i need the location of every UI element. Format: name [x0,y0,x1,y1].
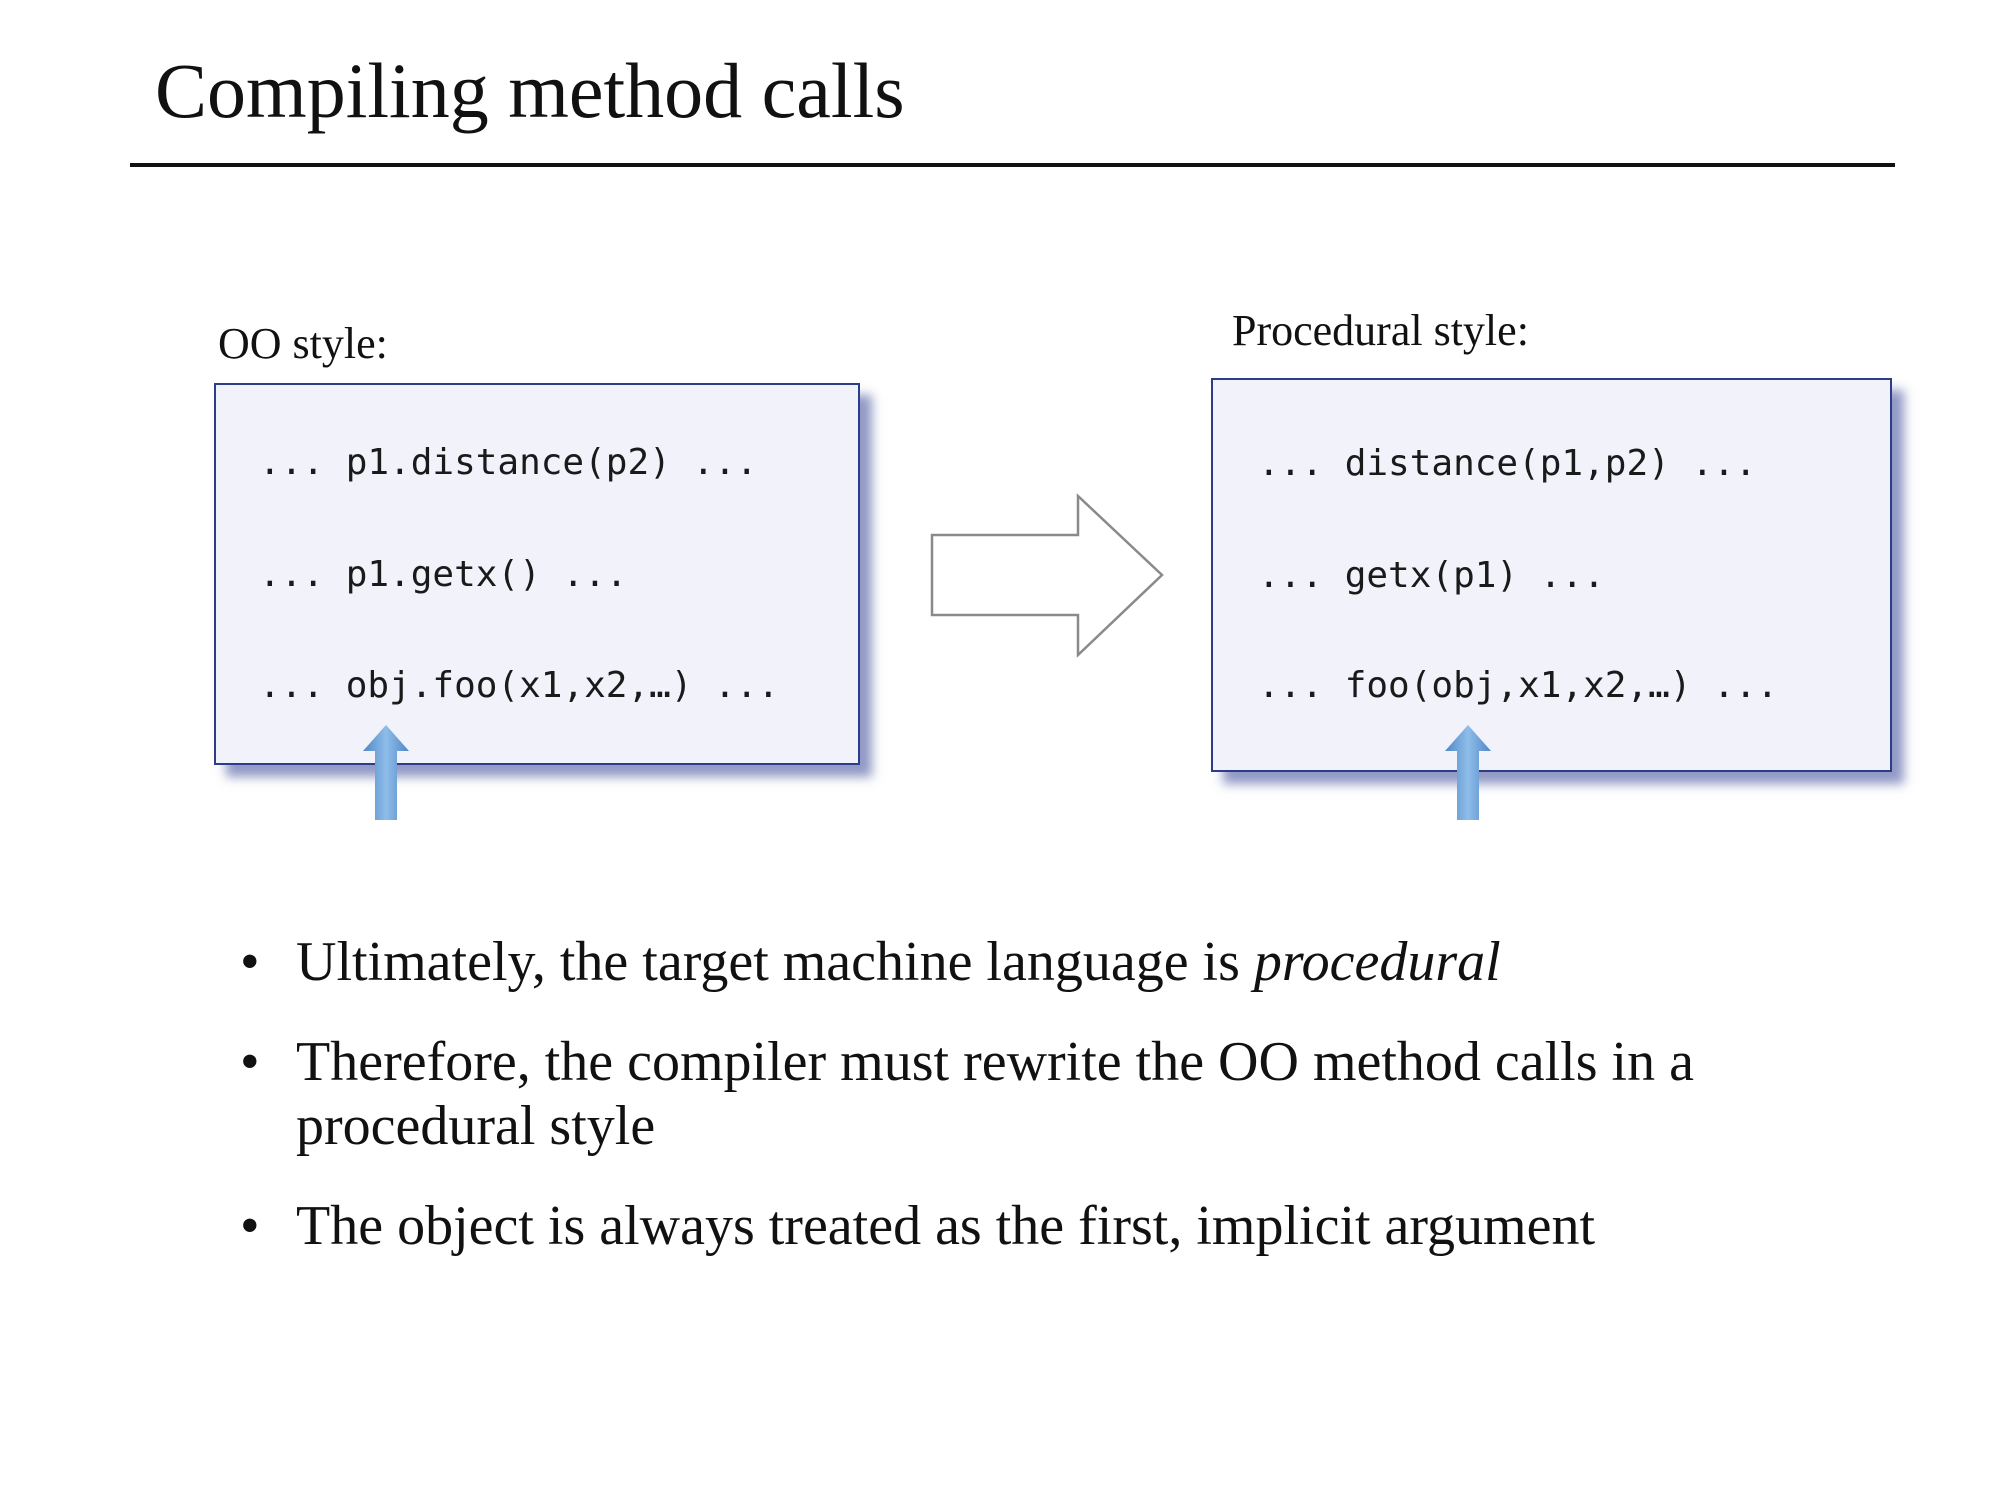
procedural-code-line: ... foo(obj,x1,x2,…) ... [1258,665,1779,706]
bullet-text-emphasis: procedural [1253,931,1501,993]
bullet-dot: • [240,931,260,993]
bullet-text: The object is always treated as the firs… [296,1195,1596,1257]
bullet-item: • Therefore, the compiler must rewrite t… [240,1030,1880,1158]
title-underline [130,163,1895,167]
bullet-text-plain: Ultimately, the target machine language … [296,931,1254,993]
oo-code-line: ... obj.foo(x1,x2,…) ... [259,665,780,706]
right-arrow-outline-icon [930,493,1164,658]
procedural-code-box: ... distance(p1,p2) ... ... getx(p1) ...… [1211,378,1892,772]
bullet-dot: • [240,1195,260,1257]
bullet-dot: • [240,1031,260,1093]
bullet-item: • The object is always treated as the fi… [240,1194,1880,1258]
bullet-item: • Ultimately, the target machine languag… [240,930,1880,994]
oo-code-box: ... p1.distance(p2) ... ... p1.getx() ..… [214,383,860,765]
oo-style-label: OO style: [218,319,388,368]
procedural-code-line: ... distance(p1,p2) ... [1258,443,1757,484]
bullet-text: Therefore, the compiler must rewrite the… [296,1031,1694,1157]
bullet-text: Ultimately, the target machine language … [296,931,1501,993]
procedural-code-line: ... getx(p1) ... [1258,555,1605,596]
up-arrow-icon [363,725,409,820]
slide-title: Compiling method calls [155,47,905,134]
oo-code-line: ... p1.getx() ... [259,554,628,595]
up-arrow-icon [1445,725,1491,820]
oo-code-line: ... p1.distance(p2) ... [259,442,758,483]
bullet-list: • Ultimately, the target machine languag… [240,930,1880,1294]
procedural-style-label: Procedural style: [1232,306,1529,355]
